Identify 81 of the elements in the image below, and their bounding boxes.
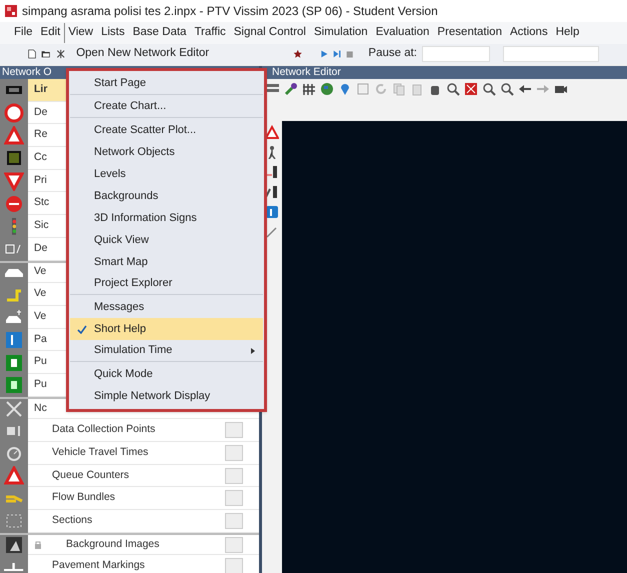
- menu-item[interactable]: Quick Mode: [70, 363, 263, 385]
- warning-sign-icon: [4, 126, 24, 146]
- fit-view-icon[interactable]: [464, 82, 478, 96]
- stop-sign-icon: [4, 194, 24, 214]
- list-item[interactable]: Flow Bundles: [28, 487, 259, 510]
- list-item[interactable]: Queue Counters: [28, 464, 259, 488]
- new-file-icon[interactable]: [28, 47, 36, 61]
- list-item[interactable]: Background Images: [28, 534, 259, 556]
- pause-label: Pause at:: [368, 46, 417, 62]
- play-icon[interactable]: [320, 48, 328, 60]
- menu-bar-item[interactable]: Traffic: [190, 23, 229, 43]
- menu-item[interactable]: Create Scatter Plot...: [70, 119, 263, 141]
- traffic-light-icon[interactable]: [265, 185, 279, 199]
- globe-icon[interactable]: [320, 82, 334, 96]
- fence-icon[interactable]: [302, 82, 316, 96]
- menu-item[interactable]: Levels: [70, 163, 263, 185]
- color-swatch: [225, 558, 243, 573]
- image-icon: [4, 535, 24, 556]
- menu-item[interactable]: Quick View: [70, 229, 263, 251]
- bus-stop-icon: [4, 375, 24, 396]
- queue-sign-icon: [4, 466, 24, 486]
- zoom-icon[interactable]: [446, 82, 460, 96]
- lock-icon: [34, 540, 42, 550]
- marking-icon: [4, 562, 24, 571]
- wrench-icon[interactable]: [284, 82, 298, 96]
- menu-bar-item[interactable]: View: [64, 23, 96, 43]
- warning-sign-icon[interactable]: [265, 125, 279, 139]
- edit-icon[interactable]: [265, 225, 279, 239]
- color-swatch: [225, 468, 243, 484]
- window-title: simpang asrama polisi tes 2.inpx - PTV Vissim 2023 (SP 06) - Student Version: [22, 3, 438, 20]
- list-item[interactable]: Vehicle Travel Times: [28, 442, 259, 465]
- menu-bar-item[interactable]: Lists: [97, 23, 128, 43]
- open-editor-button[interactable]: Open New Network Editor: [70, 45, 216, 63]
- list-item[interactable]: Sections: [28, 510, 259, 533]
- menu-item[interactable]: Create Chart...: [70, 96, 263, 118]
- speed-sign-icon: [4, 103, 24, 124]
- step-icon[interactable]: [332, 48, 341, 60]
- check-icon: [77, 324, 87, 334]
- menu-bar-item[interactable]: Base Data: [128, 23, 190, 43]
- map-pin-icon[interactable]: [338, 82, 352, 96]
- color-swatch: [225, 422, 243, 438]
- zoom-out-icon[interactable]: [500, 82, 514, 96]
- menu-bar-item[interactable]: Signal Control: [230, 23, 309, 43]
- menu-bar-item[interactable]: Simulation: [310, 23, 371, 43]
- traffic-light-icon[interactable]: [265, 165, 279, 179]
- menu-item[interactable]: Simulation Time: [70, 340, 263, 362]
- menu-item[interactable]: 3D Information Signs: [70, 207, 263, 229]
- color-swatch: [225, 536, 243, 553]
- bus-stop-icon: [4, 352, 24, 373]
- menu-item[interactable]: Short Help: [70, 318, 263, 340]
- menu-item[interactable]: Network Objects: [70, 141, 263, 163]
- menu-bar-item[interactable]: Actions: [506, 23, 551, 43]
- menu-item[interactable]: Project Explorer: [70, 273, 263, 295]
- menu-item[interactable]: Messages: [70, 296, 263, 318]
- parking-icon: [4, 330, 24, 350]
- menu-item[interactable]: Simple Network Display: [70, 385, 263, 407]
- color-swatch: [225, 490, 243, 506]
- menu-bar-item[interactable]: Edit: [36, 23, 64, 43]
- yield-sign-icon: [4, 171, 24, 192]
- menu-bar-item[interactable]: Presentation: [433, 23, 505, 43]
- traffic-light-icon: [12, 218, 16, 235]
- car-icon: [5, 268, 23, 278]
- submenu-arrow-icon: [251, 348, 255, 354]
- cross-icon: [4, 398, 24, 419]
- menu-item[interactable]: Smart Map: [70, 251, 263, 273]
- list-item[interactable]: Data Collection Points: [28, 419, 259, 442]
- pause-field[interactable]: [422, 46, 490, 62]
- back-arrow-icon[interactable]: [518, 82, 532, 96]
- menu-bar-item[interactable]: Help: [552, 23, 582, 43]
- editor-title: Network Editor: [272, 67, 341, 78]
- menu-item[interactable]: Start Page: [70, 73, 263, 95]
- parking-icon[interactable]: [265, 205, 279, 219]
- menu-item[interactable]: Backgrounds: [70, 185, 263, 207]
- menu-bar-item[interactable]: File: [10, 23, 36, 43]
- color-swatch: [225, 512, 243, 529]
- time-field[interactable]: [503, 46, 599, 62]
- panel-title: Network O: [2, 67, 52, 78]
- app-icon: [4, 4, 18, 18]
- zoom-in-icon[interactable]: [482, 82, 496, 96]
- menu-bar-item[interactable]: Evaluation: [372, 23, 432, 43]
- color-swatch: [225, 444, 243, 461]
